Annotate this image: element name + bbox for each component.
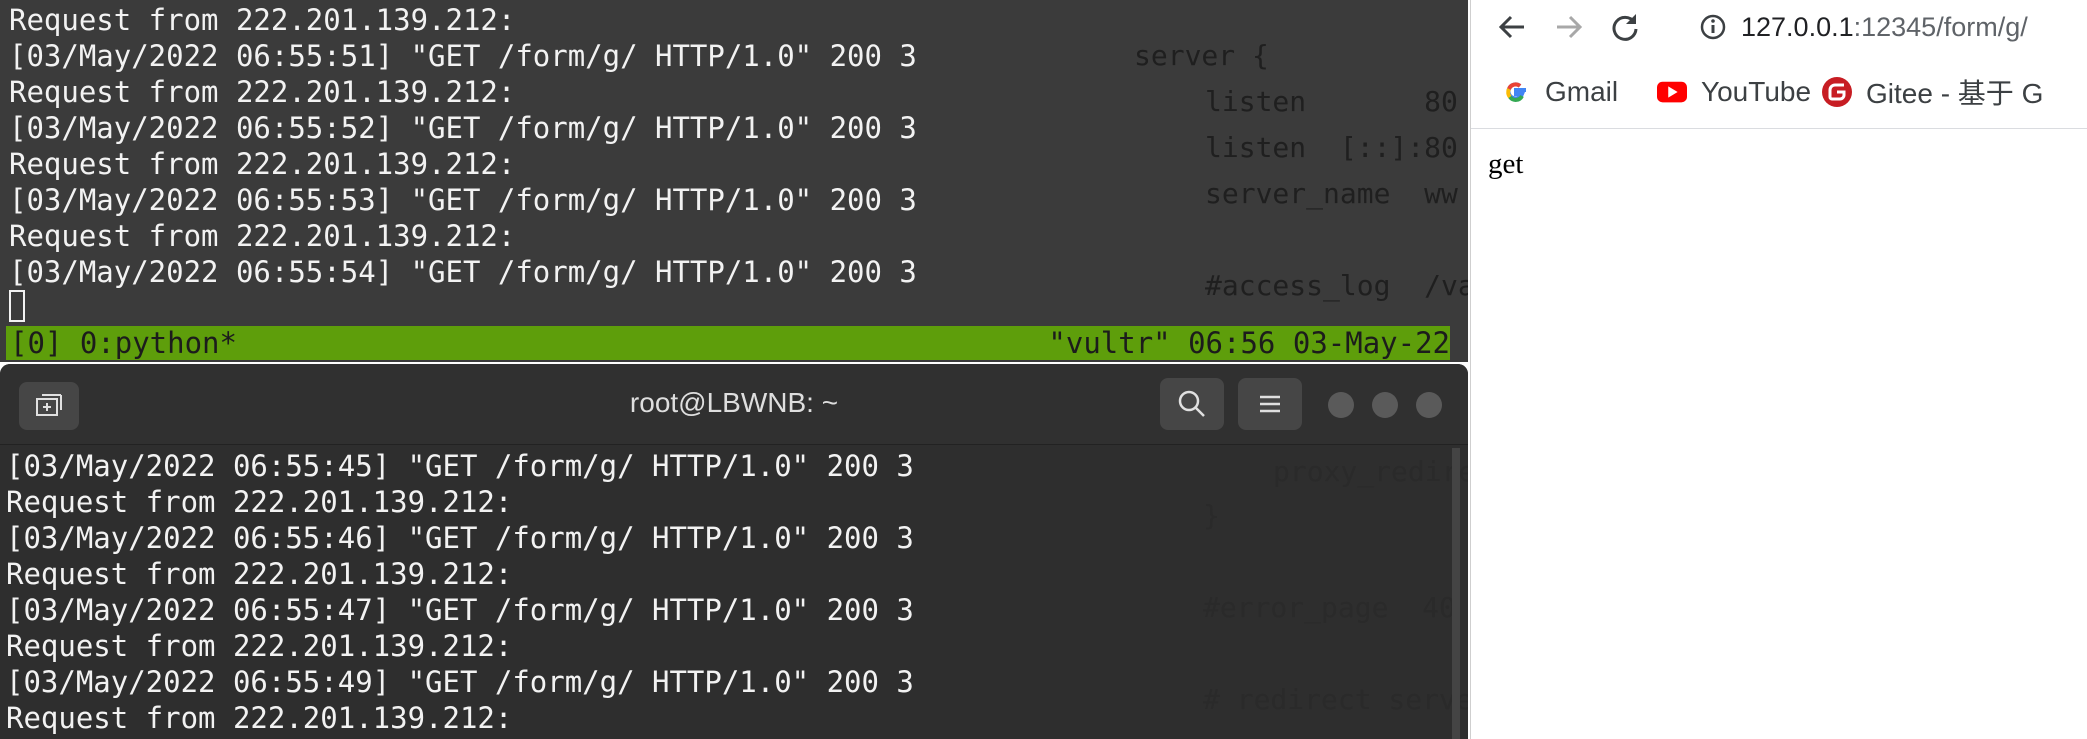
new-tab-button[interactable]: [19, 382, 79, 430]
terminal-cursor: [9, 290, 25, 322]
reload-icon: [1612, 14, 1638, 41]
terminal-line: [03/May/2022 06:55:45] "GET /form/g/ HTT…: [6, 449, 914, 483]
menu-button[interactable]: [1238, 378, 1302, 430]
tmux-status-bar: [0] 0:python* "vultr" 06:56 03-May-22: [6, 326, 1450, 360]
editor-line: #access_log /va: [1205, 269, 1468, 302]
terminal-line: [03/May/2022 06:55:51] "GET /form/g/ HTT…: [9, 39, 917, 73]
terminal-line: Request from 222.201.139.212:: [6, 629, 513, 663]
bookmark-label: Gitee - 基于 G: [1866, 78, 2044, 109]
url-path: :12345/form/g/: [1853, 11, 2028, 42]
terminal-line: Request from 222.201.139.212:: [6, 557, 513, 591]
bottom-terminal-window[interactable]: root@LBWNB: ~ proxy_redire } #error_page…: [0, 364, 1468, 739]
maximize-button[interactable]: [1372, 392, 1398, 418]
browser-window[interactable]: 127.0.0.1:12345/form/g/ Gmail YouTube G…: [1470, 0, 2087, 739]
forward-button[interactable]: [1548, 6, 1590, 48]
terminal-line: [03/May/2022 06:55:47] "GET /form/g/ HTT…: [6, 593, 914, 627]
editor-line: #error_page 40: [1203, 591, 1456, 624]
new-tab-icon: [36, 394, 62, 416]
address-bar[interactable]: 127.0.0.1:12345/form/g/: [1699, 6, 2087, 48]
terminal-titlebar[interactable]: root@LBWNB: ~: [0, 364, 1468, 445]
browser-toolbar: 127.0.0.1:12345/form/g/: [1471, 0, 2087, 54]
page-content: get: [1488, 148, 1524, 180]
terminal-line: [03/May/2022 06:55:49] "GET /form/g/ HTT…: [6, 665, 914, 699]
terminal-line: [03/May/2022 06:55:52] "GET /form/g/ HTT…: [9, 111, 917, 145]
terminal-line: Request from 222.201.139.212:: [6, 701, 513, 735]
close-button[interactable]: [1416, 392, 1442, 418]
top-terminal[interactable]: Request from 222.201.139.212: [03/May/20…: [0, 0, 1468, 362]
terminal-line: Request from 222.201.139.212:: [9, 75, 516, 109]
hamburger-icon: [1260, 395, 1280, 413]
bottom-terminal-output: [03/May/2022 06:55:45] "GET /form/g/ HTT…: [6, 448, 914, 736]
editor-line: server_name ww: [1205, 177, 1458, 210]
top-terminal-output: Request from 222.201.139.212: [03/May/20…: [9, 2, 917, 290]
search-button[interactable]: [1160, 378, 1224, 430]
back-button[interactable]: [1491, 6, 1533, 48]
terminal-line: Request from 222.201.139.212:: [9, 219, 516, 253]
bookmark-gitee[interactable]: Gitee - 基于 G: [1822, 70, 2043, 114]
editor-line: listen [::]:80: [1205, 131, 1458, 164]
terminal-line: [03/May/2022 06:55:54] "GET /form/g/ HTT…: [9, 255, 917, 289]
youtube-icon: [1657, 77, 1687, 107]
terminal-line: [03/May/2022 06:55:53] "GET /form/g/ HTT…: [9, 183, 917, 217]
editor-line: proxy_redire: [1273, 455, 1468, 488]
editor-line: }: [1203, 499, 1220, 532]
bookmark-youtube[interactable]: YouTube: [1657, 70, 1811, 114]
minimize-button[interactable]: [1328, 392, 1354, 418]
tmux-status-right: "vultr" 06:56 03-May-22: [1048, 326, 1450, 360]
bookmarks-bar: Gmail YouTube Gitee - 基于 G: [1471, 70, 2087, 114]
arrow-left-icon: [1498, 15, 1524, 39]
google-icon: [1501, 77, 1531, 107]
bookmark-label: YouTube: [1701, 76, 1812, 107]
terminal-line: Request from 222.201.139.212:: [6, 485, 513, 519]
terminal-scrollbar[interactable]: [1452, 448, 1460, 739]
search-icon: [1178, 390, 1205, 417]
terminal-line: Request from 222.201.139.212:: [9, 3, 516, 37]
terminal-line: [03/May/2022 06:55:46] "GET /form/g/ HTT…: [6, 521, 914, 555]
gitee-icon: [1822, 77, 1852, 107]
reload-button[interactable]: [1604, 6, 1646, 48]
tmux-window-list: [0] 0:python*: [10, 326, 237, 360]
toolbar-divider: [1471, 128, 2087, 129]
editor-line: # redirect serve: [1203, 683, 1468, 716]
arrow-right-icon: [1557, 15, 1583, 39]
bookmark-label: Gmail: [1545, 76, 1619, 107]
editor-line: server {: [1134, 39, 1269, 72]
url-host: 127.0.0.1: [1741, 11, 1854, 42]
bookmark-gmail[interactable]: Gmail: [1501, 70, 1618, 114]
info-icon: [1700, 14, 1726, 40]
terminal-line: Request from 222.201.139.212:: [9, 147, 516, 181]
editor-line: listen 80: [1205, 85, 1458, 118]
